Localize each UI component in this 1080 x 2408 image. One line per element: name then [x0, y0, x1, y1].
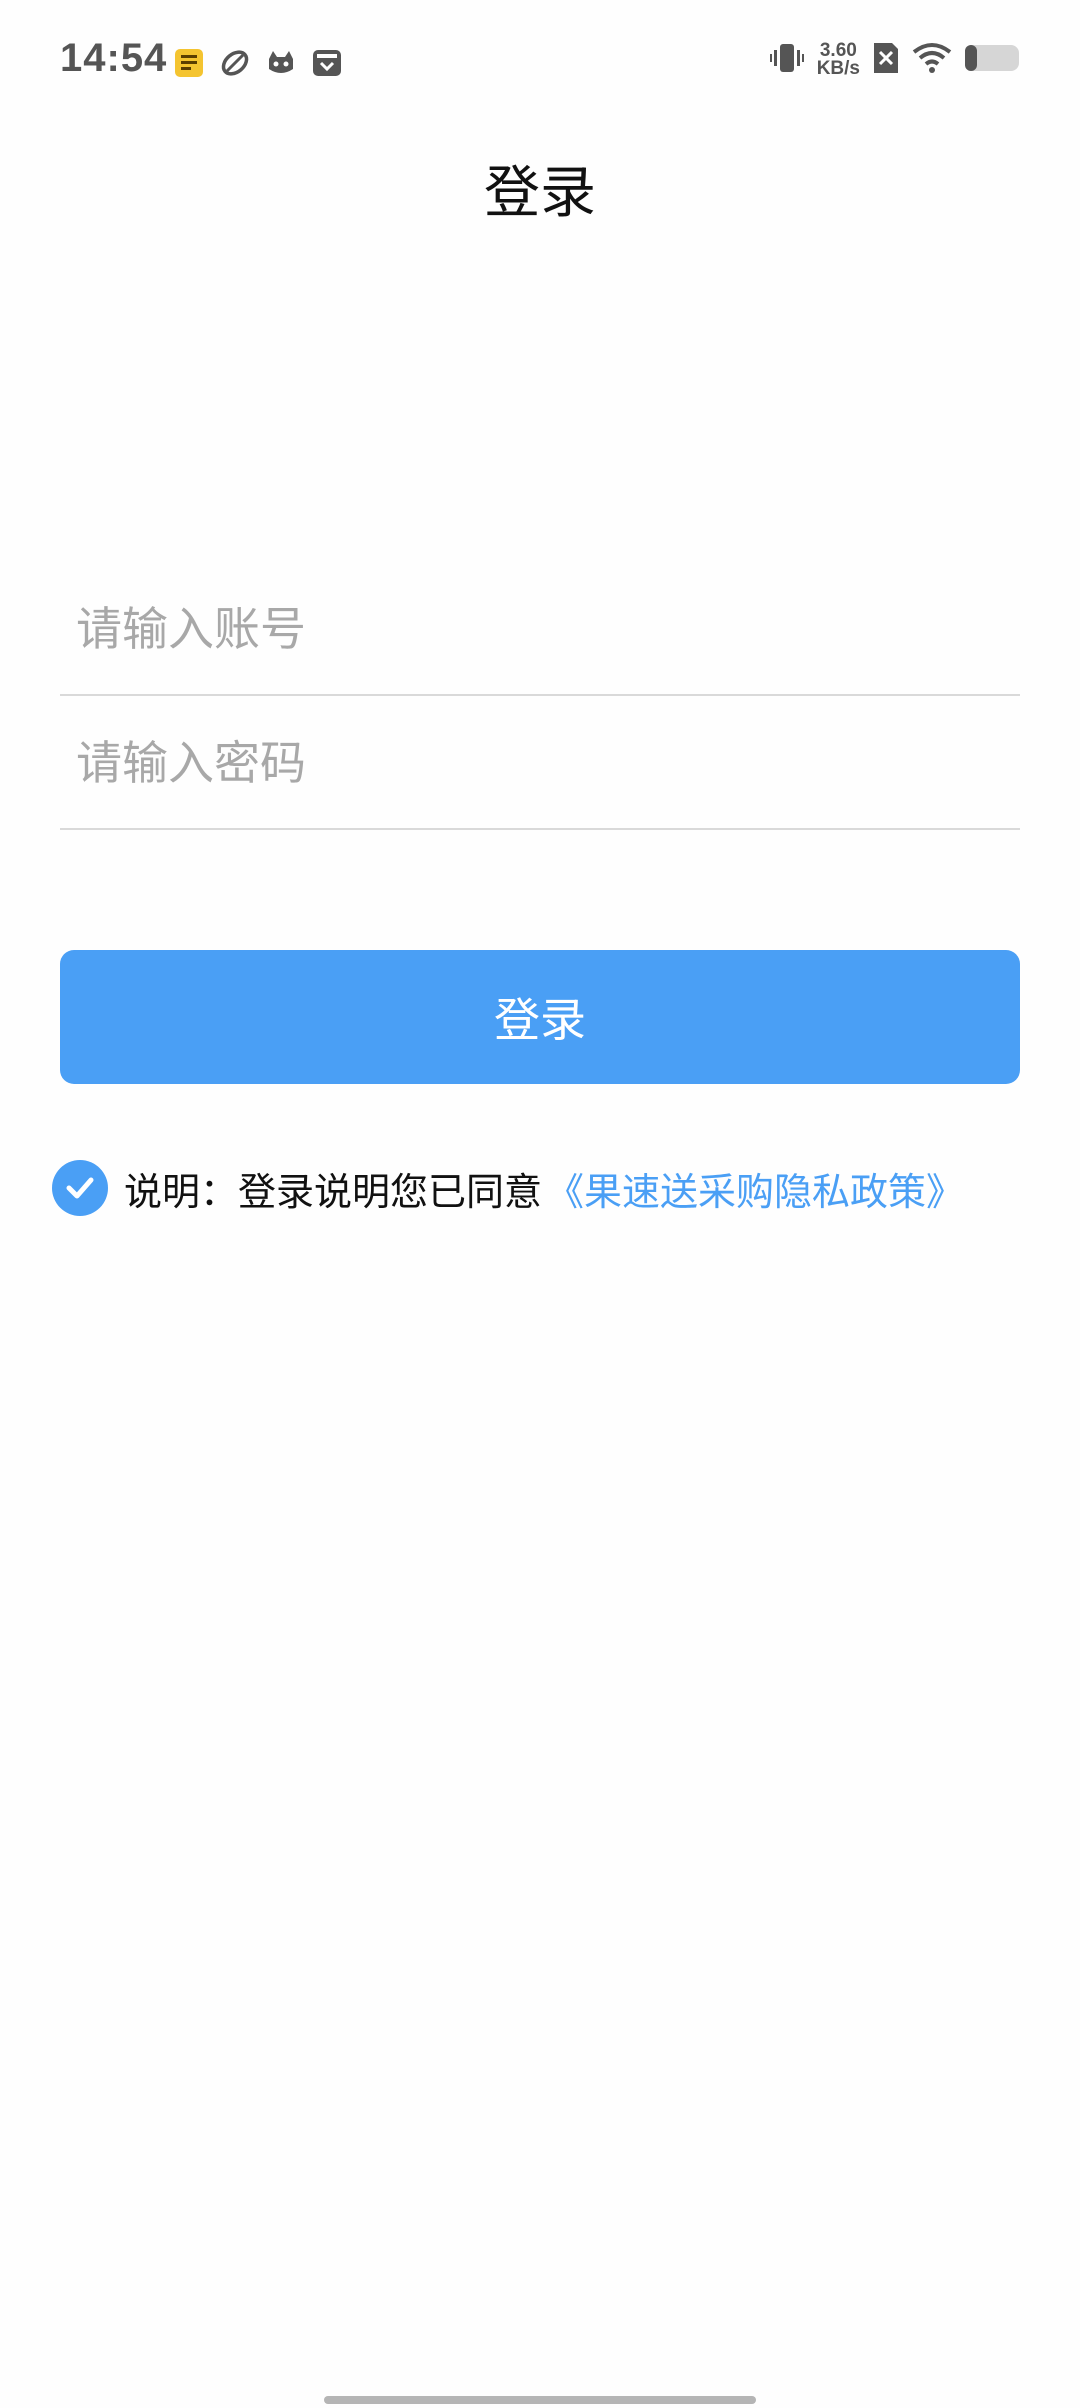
- password-input[interactable]: [76, 728, 996, 798]
- account-input[interactable]: [76, 594, 996, 664]
- reading-app-icon: [172, 46, 206, 80]
- status-time: 14:54: [60, 36, 168, 80]
- agreement-row: 说明：登录说明您已同意 《果速送采购隐私政策》: [52, 1160, 964, 1216]
- status-bar: 14:54 3.60 KB/s: [0, 0, 1080, 130]
- battery-icon: [964, 43, 1020, 77]
- network-speed-unit: KB/s: [816, 58, 860, 79]
- wifi-icon: [912, 42, 952, 78]
- agreement-text: 说明：登录说明您已同意: [124, 1169, 543, 1214]
- password-field: [60, 696, 1020, 830]
- login-button-label: 登录: [494, 993, 586, 1047]
- login-button[interactable]: 登录: [60, 950, 1020, 1084]
- agreement-checkbox[interactable]: [52, 1160, 108, 1216]
- vibrate-icon: [769, 40, 805, 80]
- home-indicator[interactable]: [324, 2396, 756, 2404]
- leaf-app-icon: [218, 46, 252, 80]
- system-status-icons: 3.60 KB/s: [769, 40, 1020, 80]
- page-title: 登录: [484, 161, 596, 226]
- notification-icons: [172, 46, 344, 80]
- network-speed: 3.60 KB/s: [816, 41, 860, 79]
- inbox-app-icon: [310, 46, 344, 80]
- account-field: [60, 562, 1020, 696]
- checkmark-icon: [66, 1177, 94, 1199]
- privacy-policy-link[interactable]: 《果速送采购隐私政策》: [546, 1161, 964, 1216]
- cat-app-icon: [264, 46, 298, 80]
- sim-off-icon: [872, 41, 900, 79]
